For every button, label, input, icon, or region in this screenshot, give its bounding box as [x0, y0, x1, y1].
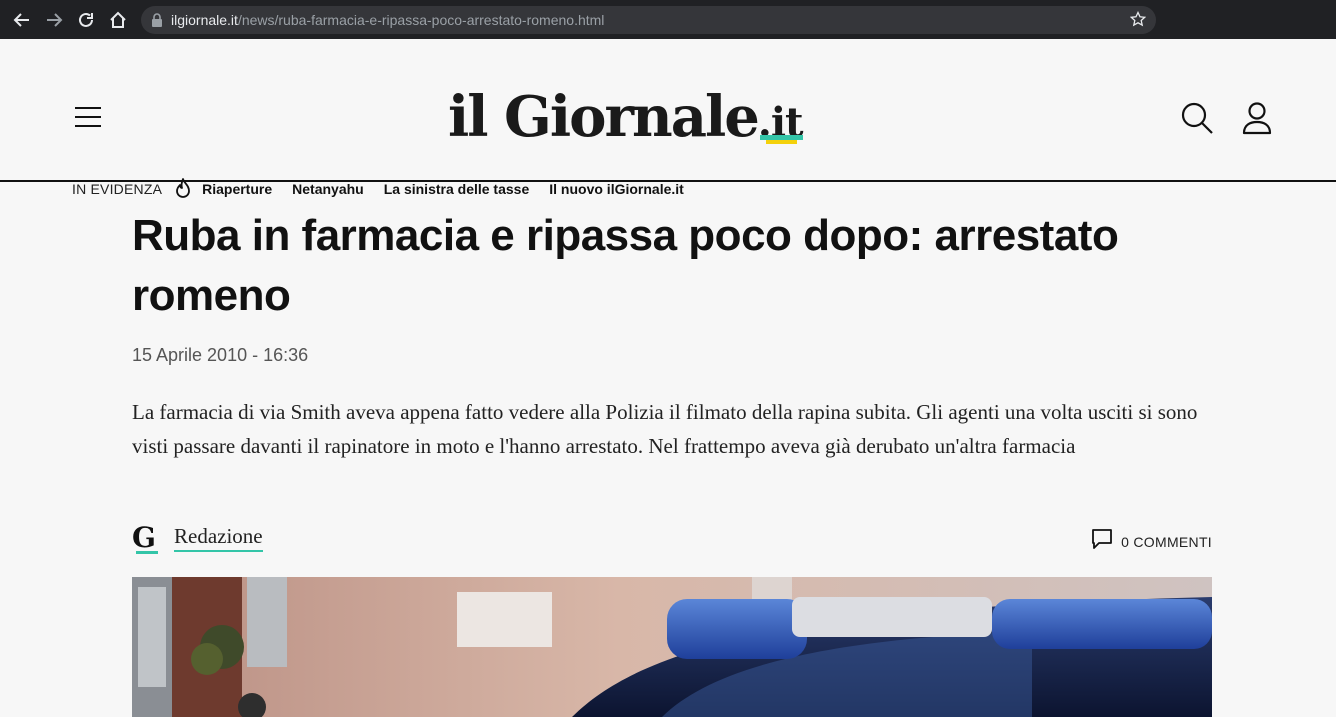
- flame-icon: [174, 178, 192, 200]
- forward-icon[interactable]: [43, 9, 65, 31]
- comments-count: 0 COMMENTI: [1121, 533, 1212, 550]
- author-link[interactable]: Redazione: [174, 524, 263, 552]
- author-avatar: G: [132, 522, 164, 556]
- byline: G Redazione 0 COMMENTI: [132, 522, 1212, 556]
- site-logo[interactable]: il Giornale.it: [448, 84, 804, 150]
- comment-icon: [1091, 528, 1113, 555]
- article-title: Ruba in farmacia e ripassa poco dopo: ar…: [132, 211, 1119, 320]
- user-icon[interactable]: [1241, 101, 1273, 135]
- evidenza-link-nuovo-ilgiornale[interactable]: Il nuovo ilGiornale.it: [549, 181, 684, 197]
- logo-main: il Giornale: [448, 84, 760, 150]
- back-icon[interactable]: [11, 9, 33, 31]
- url-host: ilgiornale.it: [171, 12, 238, 28]
- star-icon[interactable]: [1130, 11, 1146, 27]
- url-text: ilgiornale.it/news/ruba-farmacia-e-ripas…: [171, 12, 604, 28]
- in-evidenza-bar: IN EVIDENZA Riaperture Netanyahu La sini…: [72, 178, 704, 200]
- lock-icon: [151, 13, 163, 27]
- hero-image: [132, 577, 1212, 717]
- site-header: il Giornale.it IN EVIDENZA Riaperture Ne…: [0, 39, 1336, 198]
- evidenza-link-netanyahu[interactable]: Netanyahu: [292, 181, 364, 197]
- article-date: 15 Aprile 2010 - 16:36: [132, 345, 309, 365]
- in-evidenza-label: IN EVIDENZA: [72, 181, 163, 197]
- reload-icon[interactable]: [75, 9, 97, 31]
- home-icon[interactable]: [107, 9, 129, 31]
- article-lead: La farmacia di via Smith aveva appena fa…: [132, 400, 1198, 458]
- evidenza-link-riaperture[interactable]: Riaperture: [202, 181, 272, 197]
- address-bar[interactable]: ilgiornale.it/news/ruba-farmacia-e-ripas…: [141, 6, 1156, 34]
- browser-toolbar: ilgiornale.it/news/ruba-farmacia-e-ripas…: [0, 0, 1336, 39]
- url-path: /news/ruba-farmacia-e-ripassa-poco-arres…: [237, 12, 605, 28]
- evidenza-link-sinistra-tasse[interactable]: La sinistra delle tasse: [384, 181, 530, 197]
- logo-tld: .it: [757, 99, 804, 146]
- comments-button[interactable]: 0 COMMENTI: [1091, 528, 1212, 555]
- menu-icon[interactable]: [74, 105, 102, 129]
- search-icon[interactable]: [1180, 101, 1214, 135]
